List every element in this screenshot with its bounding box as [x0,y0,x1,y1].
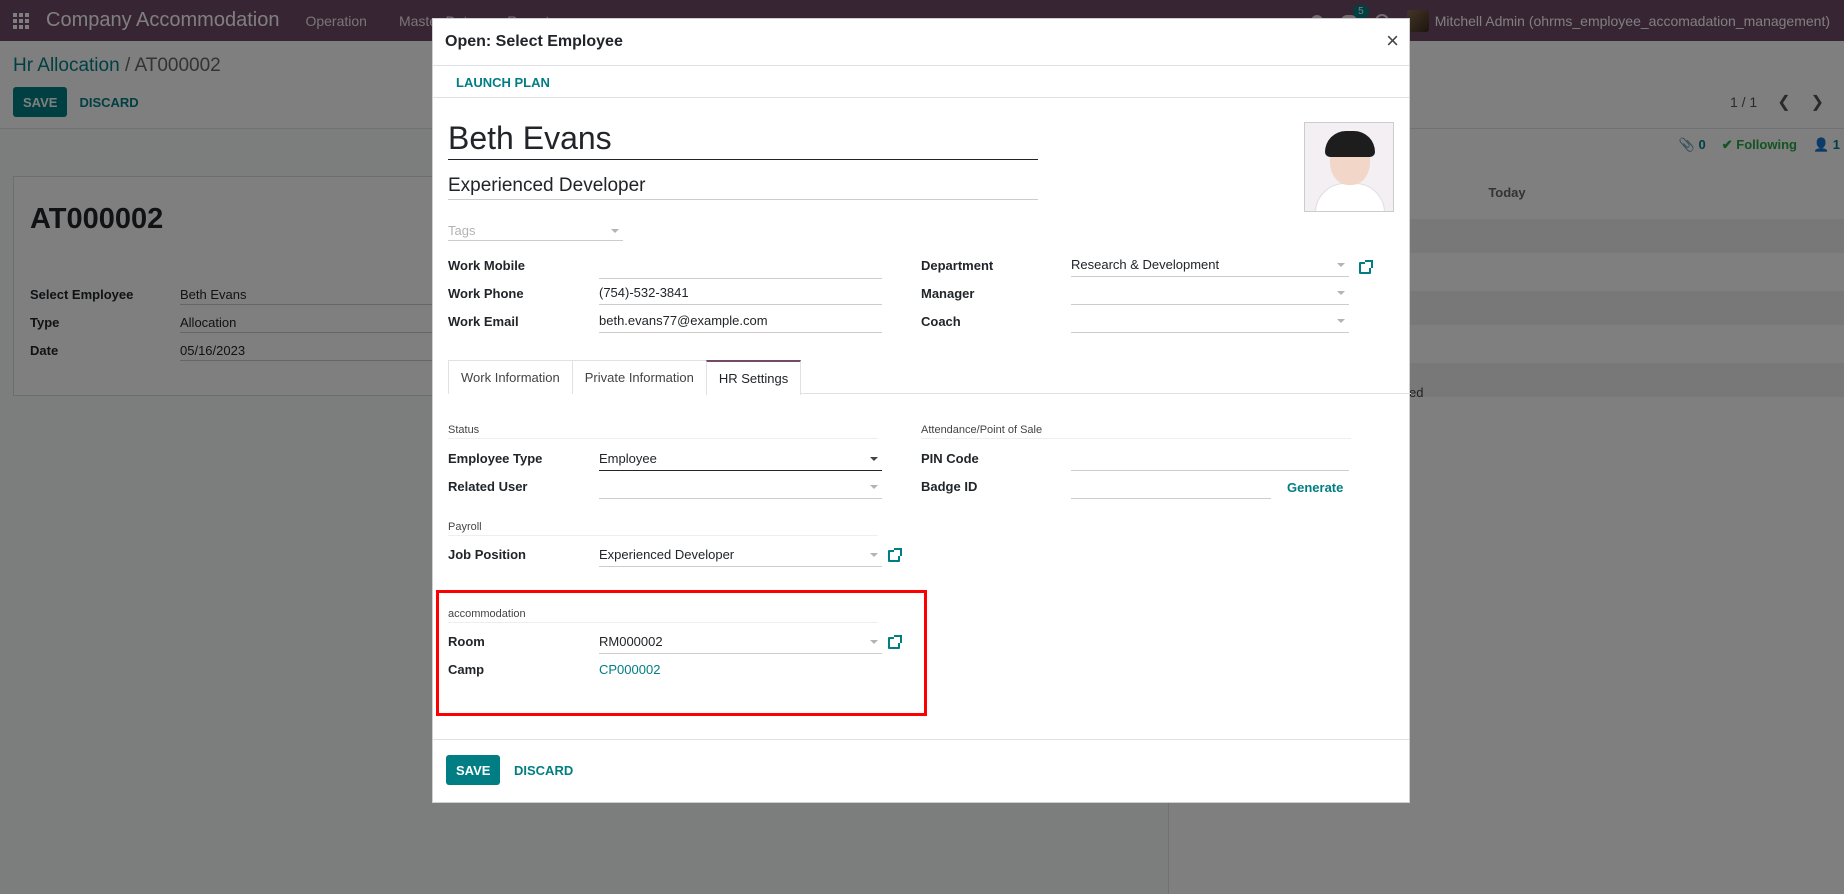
pin-code-field[interactable] [1071,451,1349,471]
department-value: Research & Development [1071,257,1220,272]
notebook-tabs: Work Information Private Information HR … [448,360,1411,395]
job-position-label: Job Position [448,547,526,562]
photo-body [1315,183,1385,211]
work-phone-field[interactable]: (754)-532-3841 [599,285,882,305]
work-email-field[interactable]: beth.evans77@example.com [599,313,882,333]
employee-photo[interactable] [1304,122,1394,212]
department-field[interactable]: Research & Development [1071,257,1349,277]
work-mobile-field[interactable] [599,259,882,279]
employee-name-field[interactable]: Beth Evans [448,120,1038,160]
chevron-down-icon[interactable] [870,640,878,644]
chevron-down-icon[interactable] [611,229,619,233]
dialog-save-button[interactable]: SAVE [446,755,501,785]
chevron-down-icon[interactable] [1337,319,1345,323]
external-link-icon[interactable] [888,635,902,649]
pin-code-label: PIN Code [921,451,979,466]
accommodation-group-title: accommodation [448,608,878,623]
modal-title: Open: Select Employee [445,33,623,50]
room-label: Room [448,634,485,649]
status-group-title: Status [448,424,878,439]
form-statusbar: LAUNCH PLAN [433,67,1409,98]
manager-field[interactable] [1071,285,1349,305]
room-field[interactable]: RM000002 [599,634,882,654]
chevron-down-icon[interactable] [870,457,878,461]
generate-badge-button[interactable]: Generate [1287,480,1343,495]
tab-work-information[interactable]: Work Information [448,360,573,394]
badge-id-field[interactable] [1071,479,1271,499]
chevron-down-icon[interactable] [1337,291,1345,295]
job-position-field[interactable]: Experienced Developer [599,547,882,567]
job-position-value: Experienced Developer [599,547,735,562]
payroll-group-title: Payroll [448,521,878,536]
coach-field[interactable] [1071,313,1349,333]
attendance-group-title: Attendance/Point of Sale [921,424,1351,439]
external-link-icon[interactable] [888,548,902,562]
close-icon[interactable]: × [1386,28,1399,54]
dialog-discard-button[interactable]: DISCARD [504,755,583,785]
external-link-icon[interactable] [1359,260,1373,274]
room-value: RM000002 [599,634,663,649]
tab-hr-settings[interactable]: HR Settings [705,360,802,395]
camp-field[interactable]: CP000002 [599,662,882,682]
related-user-label: Related User [448,479,528,494]
photo-hair [1325,131,1375,157]
related-user-field[interactable] [599,479,882,499]
work-email-label: Work Email [448,314,519,329]
job-title-field[interactable]: Experienced Developer [448,175,1038,200]
work-phone-label: Work Phone [448,286,524,301]
tags-placeholder: Tags [448,223,476,238]
tab-private-information[interactable]: Private Information [571,360,707,394]
manager-label: Manager [921,286,975,301]
launch-plan-button[interactable]: LAUNCH PLAN [446,67,560,98]
modal-header: Open: Select Employee × [433,19,1409,66]
badge-id-label: Badge ID [921,479,978,494]
chevron-down-icon[interactable] [1337,263,1345,267]
camp-label: Camp [448,662,485,677]
coach-label: Coach [921,314,961,329]
select-employee-dialog: Open: Select Employee × LAUNCH PLAN Beth… [432,18,1411,803]
employee-type-label: Employee Type [448,451,543,466]
chevron-down-icon[interactable] [870,485,878,489]
modal-footer: SAVE DISCARD [433,739,1409,803]
work-mobile-label: Work Mobile [448,258,526,273]
tags-field[interactable]: Tags [448,223,623,241]
department-label: Department [921,258,994,273]
chevron-down-icon[interactable] [870,553,878,557]
employee-type-select[interactable]: Employee [599,451,882,471]
employee-type-value: Employee [599,451,657,466]
